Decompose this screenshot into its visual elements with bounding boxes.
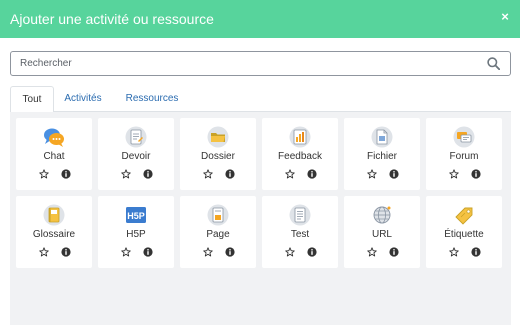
star-icon[interactable] [39,247,49,257]
tab-all[interactable]: Tout [10,86,54,113]
module-card-assignment[interactable]: Devoir [98,118,174,190]
info-icon[interactable] [225,247,235,257]
search-button[interactable] [478,52,510,75]
forum-icon [453,126,475,148]
star-icon[interactable] [121,247,131,257]
star-icon[interactable] [367,247,377,257]
module-card-label[interactable]: Étiquette [426,196,502,268]
info-icon[interactable] [471,169,481,179]
module-label: Page [206,229,230,240]
module-label: Fichier [366,151,397,162]
info-icon[interactable] [471,247,481,257]
search-icon [487,57,500,70]
star-icon[interactable] [449,169,459,179]
module-label: Étiquette [444,229,484,240]
info-icon[interactable] [61,169,71,179]
info-icon[interactable] [307,247,317,257]
module-label: URL [371,229,392,240]
module-grid: Chat Devoir Dossier Feedback Fichier For… [10,112,511,325]
module-label: Forum [449,151,479,162]
info-icon[interactable] [389,169,399,179]
module-label: Test [290,229,310,240]
module-label: Devoir [121,151,151,162]
module-label: Feedback [278,151,322,162]
module-card-folder[interactable]: Dossier [180,118,256,190]
info-icon[interactable] [307,169,317,179]
star-icon[interactable] [121,169,131,179]
info-icon[interactable] [143,247,153,257]
page-icon [207,204,229,226]
close-button[interactable]: × [498,10,512,24]
info-icon[interactable] [61,247,71,257]
star-icon[interactable] [285,247,295,257]
module-label: Glossaire [32,229,76,240]
module-card-chat[interactable]: Chat [16,118,92,190]
star-icon[interactable] [203,247,213,257]
star-icon[interactable] [449,247,459,257]
module-card-feedback[interactable]: Feedback [262,118,338,190]
feedback-icon [289,126,311,148]
tab-activities[interactable]: Activités [54,86,112,112]
module-card-forum[interactable]: Forum [426,118,502,190]
module-label: Chat [43,151,65,162]
quiz-icon [289,204,311,226]
info-icon[interactable] [389,247,399,257]
file-icon [371,126,393,148]
tag-icon [455,207,473,225]
module-label: H5P [126,229,146,240]
module-label: Dossier [201,151,235,162]
module-card-file[interactable]: Fichier [344,118,420,190]
url-icon [373,206,391,224]
star-icon[interactable] [367,169,377,179]
info-icon[interactable] [143,169,153,179]
modal-header: Ajouter une activité ou ressource × [0,0,520,38]
search-input[interactable] [11,52,479,75]
tab-bar: Tout Activités Ressources [10,86,511,113]
h5p-icon: H5P [126,207,146,223]
star-icon[interactable] [285,169,295,179]
info-icon[interactable] [225,169,235,179]
glossary-icon [43,204,65,226]
module-card-quiz[interactable]: Test [262,196,338,268]
svg-text:H5P: H5P [127,211,145,221]
module-card-page[interactable]: Page [180,196,256,268]
star-icon[interactable] [203,169,213,179]
chat-icon [44,128,64,147]
search-box [10,51,511,76]
assignment-icon [125,126,147,148]
modal-title: Ajouter une activité ou ressource [10,11,214,27]
module-card-h5p[interactable]: H5P H5P [98,196,174,268]
star-icon[interactable] [39,169,49,179]
module-card-glossary[interactable]: Glossaire [16,196,92,268]
tab-resources[interactable]: Ressources [112,86,192,112]
module-card-url[interactable]: URL [344,196,420,268]
folder-icon [207,126,229,148]
add-activity-modal: Ajouter une activité ou ressource × Tout… [0,0,520,325]
